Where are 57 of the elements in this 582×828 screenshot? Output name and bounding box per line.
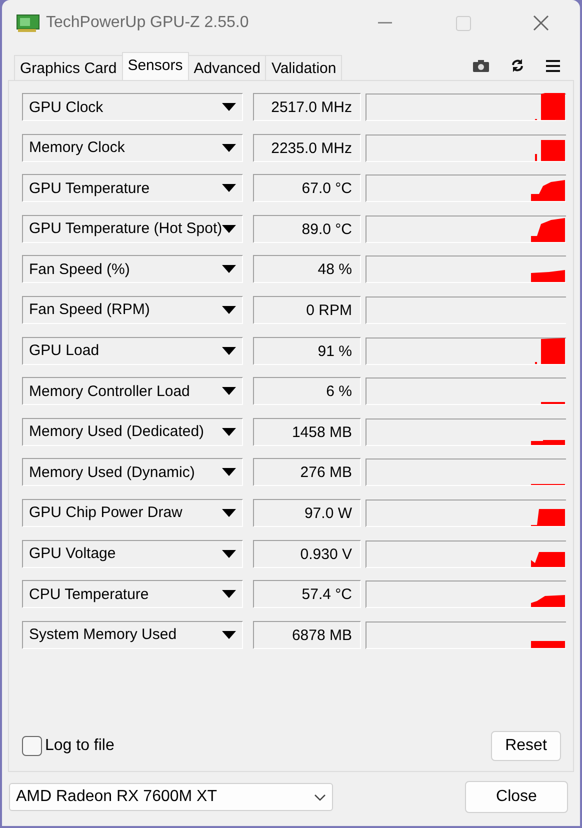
dropdown-arrow-icon: [222, 224, 236, 233]
sensor-reading: 6878 MB: [253, 620, 361, 649]
sensor-reading: 6 %: [253, 377, 361, 406]
tab[interactable]: Validation: [265, 55, 342, 80]
sensor-reading: 0.930 V: [253, 540, 361, 568]
sensor-reading: 0 RPM: [253, 296, 361, 324]
sensor-dropdown[interactable]: GPU Voltage: [22, 540, 243, 568]
sensor-reading: 2517.0 MHz: [253, 93, 361, 121]
minimize-icon[interactable]: [378, 22, 392, 24]
dropdown-arrow-icon: [222, 265, 236, 274]
dropdown-arrow-icon: [222, 630, 236, 639]
sensor-reading: 67.0 °C: [253, 174, 361, 202]
sensor-reading: 48 %: [253, 255, 361, 284]
dropdown-arrow-icon: [222, 550, 236, 558]
chevron-icon: [314, 794, 326, 800]
sensor-reading: 57.4 °C: [253, 580, 361, 608]
dropdown-arrow-icon: [222, 387, 236, 396]
sensor-reading: 89.0 °C: [253, 214, 361, 243]
dropdown-arrow-icon: [222, 144, 236, 152]
sensor-dropdown[interactable]: Memory Clock: [22, 134, 243, 162]
sensor-dropdown[interactable]: Memory Used (Dynamic): [22, 458, 243, 486]
dropdown-arrow-icon: [222, 184, 236, 192]
close-icon[interactable]: [533, 15, 549, 31]
sensor-dropdown[interactable]: Fan Speed (RPM): [22, 296, 243, 324]
sensor-dropdown[interactable]: System Memory Used: [22, 620, 243, 649]
dropdown-arrow-icon: [222, 428, 236, 436]
sensor-dropdown[interactable]: GPU Chip Power Draw: [22, 498, 243, 527]
sensor-dropdown[interactable]: GPU Temperature: [22, 174, 243, 202]
sensor-dropdown[interactable]: GPU Clock: [22, 93, 243, 121]
menu-icon[interactable]: [546, 60, 560, 72]
dropdown-arrow-icon: [222, 306, 236, 314]
dropdown-arrow-icon: [222, 103, 236, 111]
sensor-reading: 2235.0 MHz: [253, 134, 361, 162]
sensor-dropdown[interactable]: CPU Temperature: [22, 580, 243, 608]
dropdown-arrow-icon: [222, 468, 236, 476]
sensor-reading: 276 MB: [253, 458, 361, 486]
close-button[interactable]: Close: [465, 781, 568, 813]
device-dropdown[interactable]: AMD Radeon RX 7600M XT: [9, 783, 333, 811]
sensor-reading: 91 %: [253, 336, 361, 365]
camera-icon[interactable]: [473, 60, 489, 72]
log-to-file-checkbox[interactable]: Log to file: [22, 736, 114, 756]
sensor-dropdown[interactable]: Memory Controller Load: [22, 377, 243, 406]
reset-button[interactable]: Reset: [491, 731, 561, 761]
sensor-dropdown[interactable]: Memory Used (Dedicated): [22, 418, 243, 446]
window-title: TechPowerUp GPU-Z 2.55.0: [46, 14, 250, 32]
sensor-dropdown[interactable]: Fan Speed (%): [22, 255, 243, 284]
tab[interactable]: Graphics Card: [14, 55, 123, 80]
sensor-reading: 1458 MB: [253, 418, 361, 446]
dropdown-arrow-icon: [222, 508, 236, 517]
tab[interactable]: Sensors: [122, 52, 189, 80]
dropdown-arrow-icon: [222, 346, 236, 355]
app-icon: [16, 14, 40, 32]
refresh-icon[interactable]: [511, 59, 524, 72]
dropdown-arrow-icon: [222, 590, 236, 598]
sensor-dropdown[interactable]: GPU Load: [22, 336, 243, 365]
sensor-dropdown[interactable]: GPU Temperature (Hot Spot): [22, 214, 243, 243]
sensor-reading: 97.0 W: [253, 498, 361, 527]
